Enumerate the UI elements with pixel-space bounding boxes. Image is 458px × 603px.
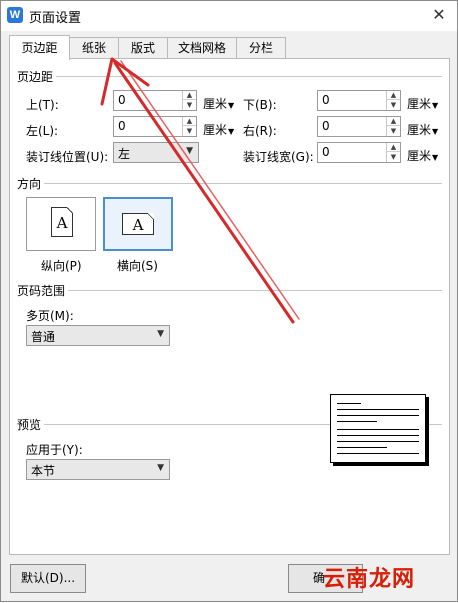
annotation-arrow-icon [100,57,300,324]
page-setup-dialog: W 页面设置 ✕ 页边距 纸张 版式 文档网格 分栏 页边距 上(T): 0 ▲… [0,0,458,602]
tab-margins[interactable]: 页边距 [9,35,70,60]
